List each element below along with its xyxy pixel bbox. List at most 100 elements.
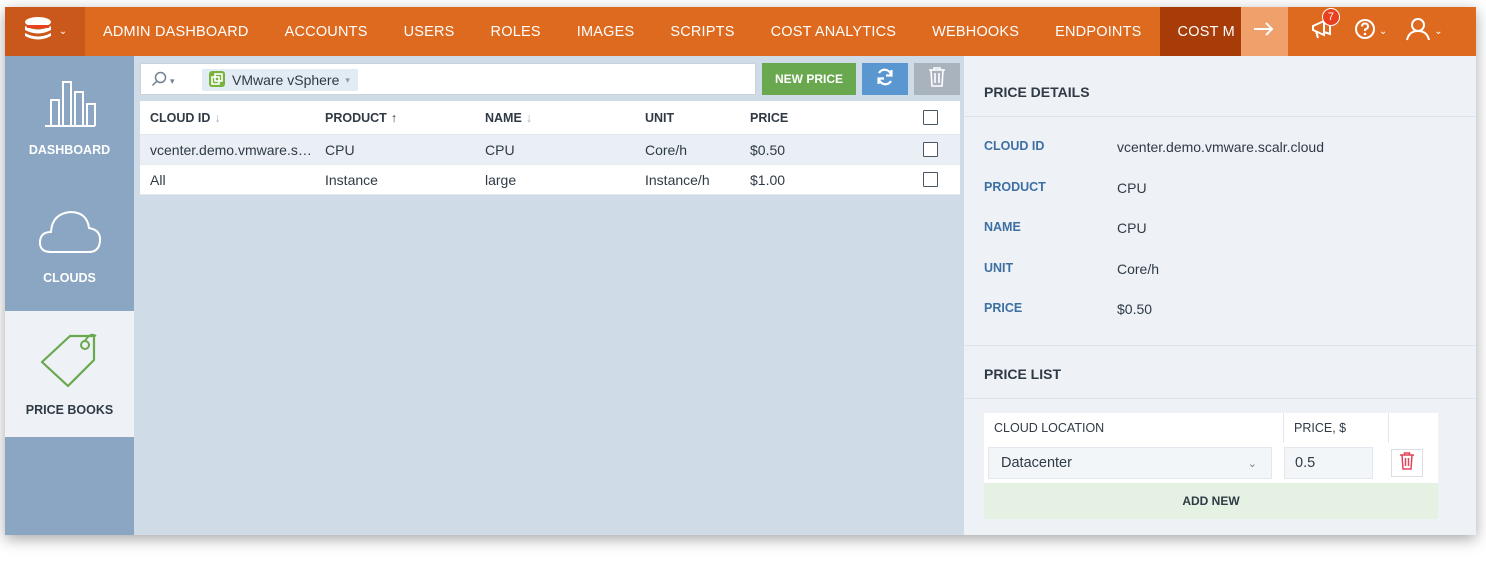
detail-value: CPU bbox=[1117, 180, 1147, 196]
detail-cloud-id: CLOUD ID vcenter.demo.vmware.scalr.cloud bbox=[984, 139, 1324, 155]
checkbox[interactable] bbox=[922, 142, 938, 157]
detail-label: PRICE bbox=[984, 301, 1023, 315]
remove-row-button[interactable] bbox=[1391, 449, 1423, 477]
sort-arrow-down-icon: ↓ bbox=[214, 110, 221, 125]
detail-value: vcenter.demo.vmware.scalr.cloud bbox=[1117, 139, 1324, 155]
row-checkbox[interactable] bbox=[900, 142, 960, 157]
user-menu-button[interactable]: ⌄ bbox=[1405, 17, 1443, 46]
column-label: CLOUD ID bbox=[150, 110, 211, 125]
stack-logo-icon bbox=[23, 16, 53, 47]
help-menu-button[interactable]: ⌄ bbox=[1354, 18, 1387, 45]
grid-toolbar: ▾ VMware vSphere ▾ NEW PRICE bbox=[140, 63, 960, 95]
column-header-unit[interactable]: UNIT bbox=[635, 111, 740, 125]
top-nav-bar: ⌄ ADMIN DASHBOARD ACCOUNTS USERS ROLES I… bbox=[5, 7, 1476, 56]
column-header-cloud-id[interactable]: CLOUD ID ↓ bbox=[140, 111, 315, 125]
checkbox[interactable] bbox=[922, 110, 938, 125]
cell-cloud-id: vcenter.demo.vmware.scalr.cloud bbox=[150, 141, 315, 158]
detail-price: PRICE $0.50 bbox=[984, 301, 1152, 317]
search-menu-button[interactable]: ▾ bbox=[151, 71, 175, 92]
column-label: PRODUCT bbox=[325, 110, 387, 125]
nav-endpoints[interactable]: ENDPOINTS bbox=[1037, 7, 1159, 56]
detail-product: PRODUCT CPU bbox=[984, 180, 1147, 196]
detail-label: NAME bbox=[984, 220, 1021, 234]
column-label: NAME bbox=[485, 110, 522, 125]
column-header-product[interactable]: PRODUCT ↑ bbox=[315, 111, 475, 125]
notifications-button[interactable]: 7 bbox=[1310, 8, 1340, 45]
chevron-down-icon: ⌄ bbox=[1434, 26, 1443, 37]
select-all-checkbox[interactable] bbox=[900, 110, 960, 125]
detail-value: $0.50 bbox=[1117, 301, 1153, 317]
sort-arrow-down-icon: ↓ bbox=[525, 110, 533, 125]
detail-name: NAME CPU bbox=[984, 220, 1147, 236]
filter-chip-label: VMware vSphere bbox=[232, 72, 340, 88]
chevron-down-icon: ⌄ bbox=[1247, 457, 1257, 470]
column-header-name[interactable]: NAME ↓ bbox=[475, 111, 635, 125]
help-icon bbox=[1354, 18, 1376, 45]
nav-webhooks[interactable]: WEBHOOKS bbox=[914, 7, 1037, 56]
detail-label: CLOUD ID bbox=[984, 139, 1045, 153]
add-new-button[interactable]: ADD NEW bbox=[984, 483, 1438, 519]
nav-users[interactable]: USERS bbox=[386, 7, 473, 56]
price-tag-icon bbox=[38, 332, 102, 391]
sidebar-item-label: CLOUDS bbox=[43, 271, 96, 285]
price-list-row: Datacenter ⌄ 0.5 bbox=[984, 443, 1438, 483]
price-details-panel: PRICE DETAILS CLOUD ID vcenter.demo.vmwa… bbox=[964, 56, 1476, 535]
new-price-button[interactable]: NEW PRICE bbox=[762, 63, 856, 95]
cell-name: large bbox=[485, 171, 517, 188]
delete-button[interactable] bbox=[914, 63, 960, 95]
nav-scripts[interactable]: SCRIPTS bbox=[652, 7, 752, 56]
nav-more-button[interactable] bbox=[1240, 7, 1288, 56]
divider bbox=[964, 345, 1476, 346]
price-list-title: PRICE LIST bbox=[984, 366, 1062, 382]
sidebar: DASHBOARD CLOUDS PRICE BOOKS bbox=[5, 56, 134, 535]
chevron-down-icon: ▾ bbox=[170, 76, 175, 86]
user-icon bbox=[1405, 17, 1431, 46]
cell-name: CPU bbox=[485, 141, 515, 158]
nav-roles[interactable]: ROLES bbox=[473, 7, 559, 56]
table-row[interactable]: All Instance large Instance/h $1.00 bbox=[140, 165, 960, 195]
divider bbox=[964, 116, 1476, 117]
trash-icon bbox=[928, 66, 946, 92]
cloud-location-select[interactable]: Datacenter ⌄ bbox=[988, 447, 1272, 479]
detail-label: PRODUCT bbox=[984, 180, 1046, 194]
nav-accounts[interactable]: ACCOUNTS bbox=[267, 7, 386, 56]
filter-chip-cloud[interactable]: VMware vSphere ▾ bbox=[202, 69, 358, 91]
arrow-right-icon bbox=[1252, 21, 1276, 42]
trash-icon bbox=[1399, 451, 1415, 475]
cell-product: CPU bbox=[325, 141, 355, 158]
column-header-cloud-location: CLOUD LOCATION bbox=[984, 413, 1284, 443]
chevron-down-icon: ⌄ bbox=[1378, 26, 1388, 37]
sidebar-item-price-books[interactable]: PRICE BOOKS bbox=[5, 311, 134, 437]
nav-images[interactable]: IMAGES bbox=[559, 7, 653, 56]
detail-label: UNIT bbox=[984, 261, 1014, 275]
bar-chart-icon bbox=[41, 78, 99, 131]
chevron-down-icon: ⌄ bbox=[58, 26, 68, 37]
column-header-price[interactable]: PRICE bbox=[740, 111, 900, 125]
cell-unit: Core/h bbox=[645, 141, 688, 158]
prices-table: CLOUD ID ↓ PRODUCT ↑ NAME ↓ UNIT PRICE vcen… bbox=[140, 101, 960, 195]
divider bbox=[964, 398, 1476, 399]
search-filter-field[interactable]: ▾ VMware vSphere ▾ bbox=[140, 63, 756, 95]
checkbox[interactable] bbox=[922, 172, 938, 187]
price-input[interactable]: 0.5 bbox=[1284, 447, 1373, 479]
refresh-icon bbox=[875, 67, 895, 92]
price-list-table: CLOUD LOCATION PRICE, $ Datacenter ⌄ 0.5… bbox=[984, 413, 1438, 519]
app-menu-button[interactable]: ⌄ bbox=[5, 7, 85, 56]
refresh-button[interactable] bbox=[862, 63, 908, 95]
row-checkbox[interactable] bbox=[900, 172, 960, 187]
detail-value: CPU bbox=[1117, 220, 1147, 236]
table-row[interactable]: vcenter.demo.vmware.scalr.cloud CPU CPU … bbox=[140, 135, 960, 165]
detail-unit: UNIT Core/h bbox=[984, 261, 1159, 277]
nav-cost-analytics[interactable]: COST ANALYTICS bbox=[753, 7, 915, 56]
sidebar-item-label: DASHBOARD bbox=[28, 143, 111, 157]
price-list-header: CLOUD LOCATION PRICE, $ bbox=[984, 413, 1438, 443]
search-icon bbox=[151, 71, 167, 92]
nav-cost-manager[interactable]: COST M bbox=[1159, 7, 1241, 56]
cell-unit: Instance/h bbox=[645, 171, 710, 188]
nav-admin-dashboard[interactable]: ADMIN DASHBOARD bbox=[85, 7, 267, 56]
sidebar-item-clouds[interactable]: CLOUDS bbox=[5, 206, 134, 285]
cell-price: $1.00 bbox=[750, 171, 786, 188]
cell-price: $0.50 bbox=[750, 141, 786, 158]
sidebar-item-dashboard[interactable]: DASHBOARD bbox=[5, 78, 134, 157]
vmware-vsphere-icon bbox=[208, 70, 226, 91]
